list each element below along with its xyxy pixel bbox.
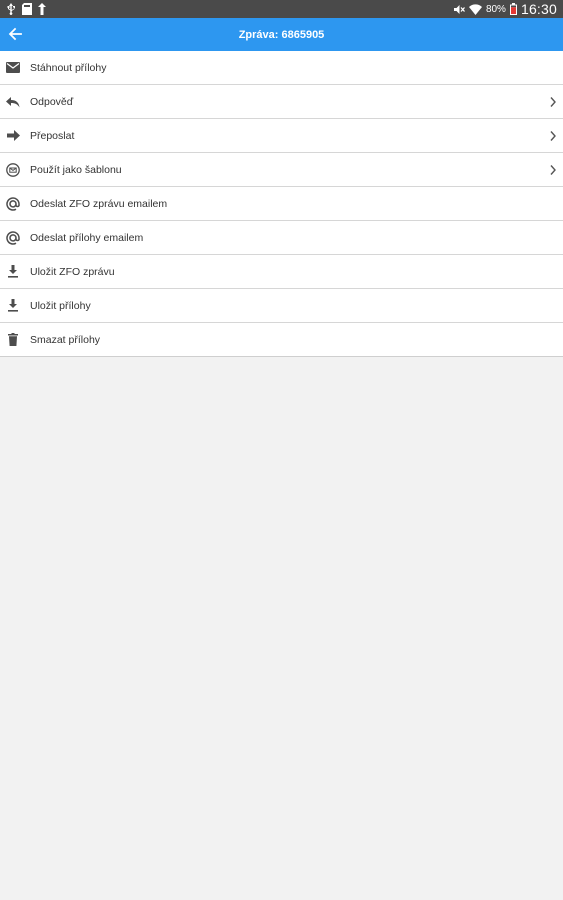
menu-item-label: Přeposlat bbox=[30, 129, 75, 142]
status-clock: 16:30 bbox=[520, 1, 557, 17]
sd-card-icon bbox=[22, 3, 32, 15]
status-bar-right: 80% 16:30 bbox=[453, 1, 557, 17]
chevron-right-icon bbox=[550, 165, 556, 175]
chevron-right-icon bbox=[550, 97, 556, 107]
reply-icon bbox=[6, 95, 20, 109]
menu-item-label: Odeslat ZFO zprávu emailem bbox=[30, 197, 168, 210]
app-bar: Zpráva: 6865905 bbox=[0, 18, 563, 51]
upload-icon bbox=[38, 3, 46, 15]
mail-icon bbox=[6, 61, 20, 75]
at-icon bbox=[6, 230, 20, 245]
menu-item-save-attachments[interactable]: Uložit přílohy bbox=[0, 289, 563, 323]
menu-item-download-attachments[interactable]: Stáhnout přílohy bbox=[0, 51, 563, 85]
template-icon bbox=[6, 162, 20, 177]
status-bar: 80% 16:30 bbox=[0, 0, 563, 18]
page-title: Zpráva: 6865905 bbox=[238, 28, 325, 41]
menu-item-reply[interactable]: Odpověď bbox=[0, 85, 563, 119]
menu-item-label: Odpověď bbox=[30, 95, 74, 108]
menu-item-label: Použít jako šablonu bbox=[30, 163, 122, 176]
menu-item-label: Uložit přílohy bbox=[30, 299, 91, 312]
menu-item-use-as-template[interactable]: Použít jako šablonu bbox=[0, 153, 563, 187]
trash-icon bbox=[6, 333, 20, 347]
chevron-right-icon bbox=[550, 131, 556, 141]
mute-icon bbox=[453, 4, 465, 15]
menu-item-save-zfo[interactable]: Uložit ZFO zprávu bbox=[0, 255, 563, 289]
menu-item-label: Smazat přílohy bbox=[30, 333, 101, 346]
menu-item-send-attachments-email[interactable]: Odeslat přílohy emailem bbox=[0, 221, 563, 255]
menu-item-label: Odeslat přílohy emailem bbox=[30, 231, 144, 244]
back-button[interactable] bbox=[4, 23, 26, 45]
battery-icon bbox=[509, 3, 517, 15]
wifi-icon bbox=[468, 3, 482, 15]
status-bar-left bbox=[6, 3, 46, 15]
action-menu: Stáhnout přílohy Odpověď Přeposlat Použí… bbox=[0, 51, 563, 357]
menu-item-label: Uložit ZFO zprávu bbox=[30, 265, 115, 278]
forward-icon bbox=[6, 129, 20, 143]
download-icon bbox=[6, 299, 20, 313]
menu-item-forward[interactable]: Přeposlat bbox=[0, 119, 563, 153]
menu-item-delete-attachments[interactable]: Smazat přílohy bbox=[0, 323, 563, 356]
menu-item-label: Stáhnout přílohy bbox=[30, 61, 107, 74]
arrow-left-icon bbox=[8, 27, 22, 41]
usb-icon bbox=[6, 3, 16, 15]
at-icon bbox=[6, 196, 20, 211]
battery-percent: 80% bbox=[485, 3, 506, 15]
menu-item-send-zfo-email[interactable]: Odeslat ZFO zprávu emailem bbox=[0, 187, 563, 221]
download-icon bbox=[6, 265, 20, 279]
